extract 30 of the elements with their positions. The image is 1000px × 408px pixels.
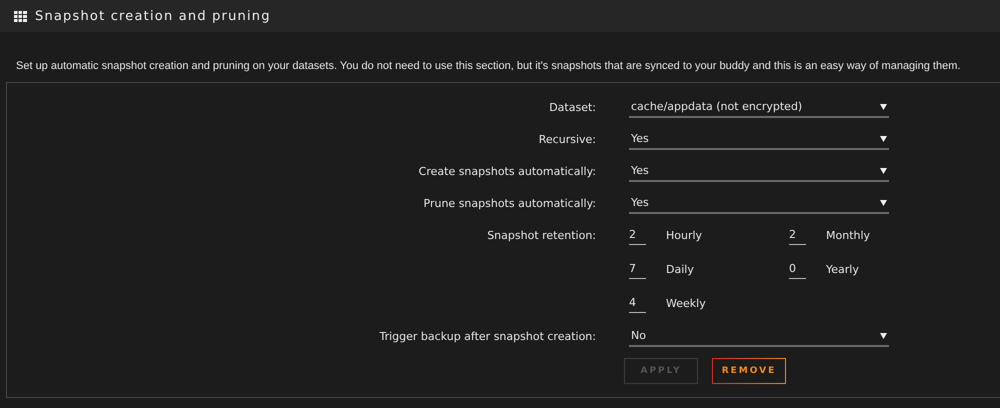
caret-icon	[880, 168, 887, 174]
number-field[interactable]: 2	[789, 225, 806, 245]
caret-icon	[880, 136, 887, 142]
unit-label: Monthly	[826, 228, 870, 242]
field-label: Create snapshots automatically:	[418, 164, 596, 178]
number-field[interactable]: 4	[629, 293, 646, 313]
description-text: Set up automatic snapshot creation and pruning on your datasets. You do not need to use this section, but it's snapshots that are synced to your buddy and this is an easy way of managing them.	[16, 60, 960, 72]
caret-icon	[880, 332, 887, 338]
field-label: Recursive:	[538, 132, 596, 146]
field-label: Prune snapshots automatically:	[424, 196, 596, 210]
dropdown[interactable]: Yes	[629, 161, 889, 182]
caret-icon	[880, 200, 887, 206]
field-label: Snapshot retention:	[487, 228, 596, 242]
dropdown[interactable]: Yes	[629, 129, 889, 150]
number-field[interactable]: 7	[629, 259, 646, 279]
unit-label: Daily	[666, 262, 694, 276]
section-title: Snapshot creation and pruning	[35, 8, 271, 24]
dropdown[interactable]: No	[629, 326, 889, 347]
caret-icon	[880, 104, 887, 110]
field-label: Trigger backup after snapshot creation:	[380, 329, 596, 343]
unit-label: Weekly	[666, 296, 706, 310]
number-field[interactable]: 2	[629, 225, 646, 245]
remove-button[interactable]: REMOVE	[712, 358, 786, 384]
dropdown[interactable]: cache/appdata (not encrypted)	[629, 97, 889, 118]
field-label: Dataset:	[549, 100, 596, 114]
unit-label: Yearly	[826, 262, 859, 276]
dropdown[interactable]: Yes	[629, 193, 889, 214]
grid-icon	[14, 10, 27, 22]
number-field[interactable]: 0	[789, 259, 806, 279]
unit-label: Hourly	[666, 228, 702, 242]
